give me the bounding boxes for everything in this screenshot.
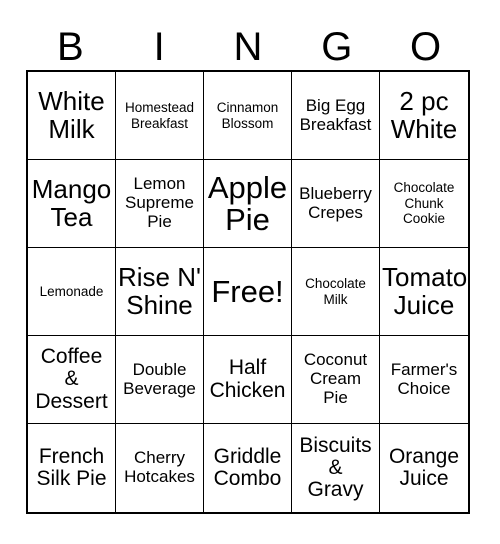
bingo-grid: White Milk Homestead Breakfast Cinnamon Bl… [26, 70, 470, 514]
bingo-cell-label: Lemon Supreme Pie [125, 174, 194, 231]
bingo-cell[interactable]: Mango Tea [28, 160, 116, 248]
bingo-header-row: B I N G O [26, 12, 470, 70]
bingo-cell-label: Coffee & Dessert [35, 345, 108, 413]
bingo-cell-free-space[interactable]: Free! [204, 248, 292, 336]
bingo-cell[interactable]: Rise N' Shine [116, 248, 204, 336]
bingo-cell[interactable]: Apple Pie [204, 160, 292, 248]
bingo-cell-label: Double Beverage [123, 359, 196, 398]
bingo-cell-label: Farmer's Choice [390, 359, 458, 398]
bingo-cell[interactable]: Coconut Cream Pie [292, 336, 380, 424]
bingo-header-letter-o: O [410, 25, 442, 69]
bingo-cell-label: Orange Juice [388, 444, 460, 490]
bingo-cell[interactable]: Cherry Hotcakes [116, 424, 204, 512]
bingo-cell-label: Chocolate Milk [305, 275, 366, 307]
bingo-cell-label: Apple Pie [207, 169, 288, 237]
bingo-cell-label: Rise N' Shine [118, 262, 201, 320]
bingo-header-letter-b: B [57, 25, 84, 69]
bingo-cell[interactable]: Coffee & Dessert [28, 336, 116, 424]
bingo-cell-label: Homestead Breakfast [124, 99, 195, 131]
bingo-cell[interactable]: Tomato Juice [380, 248, 468, 336]
bingo-cell-label: Cinnamon Blossom [216, 99, 279, 131]
bingo-cell[interactable]: Big Egg Breakfast [292, 72, 380, 160]
bingo-cell-label: Biscuits & Gravy [299, 433, 372, 502]
bingo-cell-label: Free! [211, 273, 284, 309]
bingo-cell[interactable]: Double Beverage [116, 336, 204, 424]
bingo-cell-label: Mango Tea [31, 174, 112, 232]
bingo-cell[interactable]: Half Chicken [204, 336, 292, 424]
bingo-cell-label: White Milk [38, 86, 105, 144]
bingo-cell[interactable]: Chocolate Chunk Cookie [380, 160, 468, 248]
bingo-cell[interactable]: Griddle Combo [204, 424, 292, 512]
bingo-cell[interactable]: Cinnamon Blossom [204, 72, 292, 160]
bingo-cell-label: Tomato Juice [382, 262, 468, 320]
bingo-cell-label: Lemonade [39, 283, 104, 299]
bingo-header-letter-n: N [233, 25, 263, 69]
bingo-cell-label: Blueberry Crepes [299, 183, 372, 222]
bingo-cell[interactable]: 2 pc White [380, 72, 468, 160]
bingo-cell[interactable]: White Milk [28, 72, 116, 160]
bingo-cell-label: French Silk Pie [36, 444, 107, 490]
bingo-cell[interactable]: Lemonade [28, 248, 116, 336]
bingo-cell-label: Coconut Cream Pie [303, 350, 368, 407]
bingo-cell-label: Big Egg Breakfast [299, 95, 372, 134]
bingo-cell[interactable]: Farmer's Choice [380, 336, 468, 424]
bingo-header-letter-g: G [321, 25, 353, 69]
bingo-cell[interactable]: French Silk Pie [28, 424, 116, 512]
bingo-cell-label: Griddle Combo [213, 444, 282, 490]
bingo-cell-label: Half Chicken [209, 356, 286, 402]
bingo-cell[interactable]: Lemon Supreme Pie [116, 160, 204, 248]
bingo-card: B I N G O White Milk Homestead Breakfast C… [0, 0, 500, 544]
bingo-cell-label: Chocolate Chunk Cookie [393, 179, 455, 227]
bingo-cell[interactable]: Blueberry Crepes [292, 160, 380, 248]
bingo-cell-label: Cherry Hotcakes [124, 448, 195, 486]
bingo-cell-label: 2 pc White [390, 86, 458, 144]
bingo-header-letter-i: I [153, 25, 165, 69]
bingo-cell[interactable]: Homestead Breakfast [116, 72, 204, 160]
bingo-cell[interactable]: Orange Juice [380, 424, 468, 512]
bingo-cell[interactable]: Chocolate Milk [292, 248, 380, 336]
bingo-cell[interactable]: Biscuits & Gravy [292, 424, 380, 512]
